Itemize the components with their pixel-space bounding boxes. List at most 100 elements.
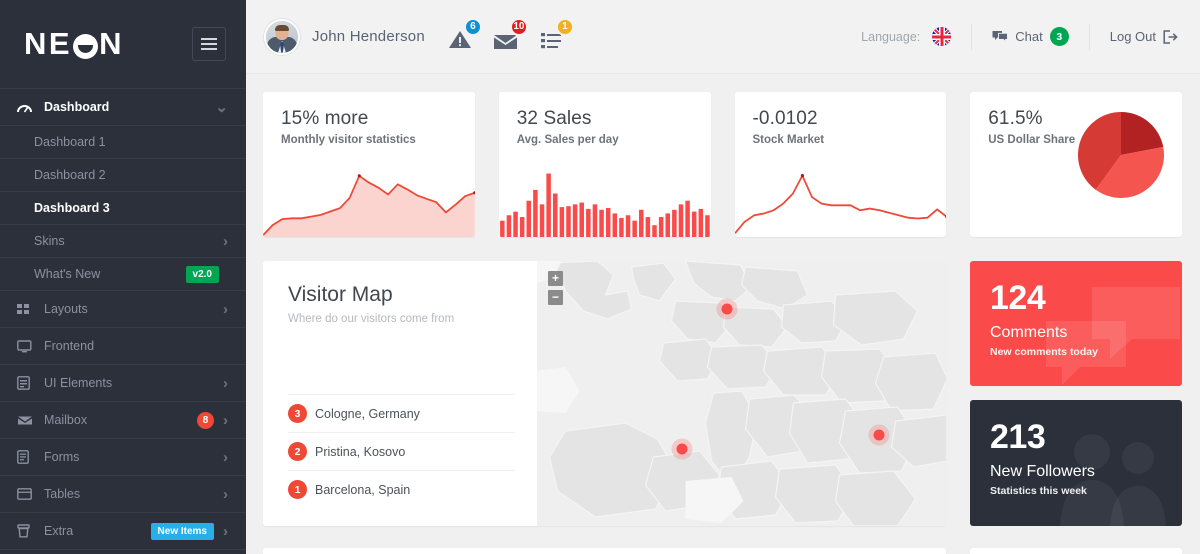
user-profile[interactable]: John Henderson xyxy=(264,18,425,55)
chevron-right-icon xyxy=(223,524,228,539)
sidebar-item-dashboard-1[interactable]: Dashboard 1 xyxy=(0,126,246,159)
followers-card[interactable]: 213 New Followers Statistics this week xyxy=(970,400,1182,526)
sidebar-item-tables[interactable]: Tables xyxy=(0,476,246,513)
logout-button[interactable]: Log Out xyxy=(1110,29,1178,44)
sidebar-item-skins[interactable]: Skins xyxy=(0,225,246,258)
chat-bubbles-icon xyxy=(992,31,1009,43)
sidebar-item-label: Skins xyxy=(34,234,65,248)
chevron-right-icon xyxy=(223,450,228,465)
envelope-icon xyxy=(17,415,37,426)
tile-label: Monthly visitor statistics xyxy=(281,134,416,146)
card-number: 124 xyxy=(990,279,1046,317)
hamburger-bar xyxy=(201,43,217,45)
chat-badge: 3 xyxy=(1049,27,1069,46)
chevron-right-icon xyxy=(223,487,228,502)
line-chart xyxy=(734,163,947,237)
chat-label: Chat xyxy=(1015,29,1043,44)
monitor-icon xyxy=(17,339,37,353)
tile-value: -0.0102 xyxy=(752,108,818,129)
avatar-hair xyxy=(275,24,289,31)
sidebar-item-dashboard-2[interactable]: Dashboard 2 xyxy=(0,159,246,192)
sidebar-item-forms[interactable]: Forms xyxy=(0,439,246,476)
sidebar-item-dashboard[interactable]: Dashboard xyxy=(0,89,246,126)
tasks-button[interactable]: 1 xyxy=(539,17,574,50)
area-chart xyxy=(263,163,475,237)
card-title: Comments xyxy=(990,324,1068,341)
sidebar-item-label: UI Elements xyxy=(44,376,113,390)
chevron-right-icon xyxy=(223,376,228,391)
brand-logo-text-part: NE xyxy=(24,26,73,61)
sidebar-item-frontend[interactable]: Frontend xyxy=(0,328,246,365)
map-marker-barcelona[interactable] xyxy=(676,443,688,455)
card-subtitle: Statistics this week xyxy=(990,485,1087,497)
uk-flag-icon[interactable] xyxy=(932,27,952,46)
rank-badge: 2 xyxy=(288,442,307,461)
list-item[interactable]: 1 Barcelona, Spain xyxy=(288,470,515,508)
avatar[interactable] xyxy=(264,18,300,55)
sidebar-collapse-button[interactable] xyxy=(192,27,226,61)
tile-value: 32 Sales xyxy=(516,108,592,129)
speedometer-icon xyxy=(17,101,37,114)
map-marker-pristina[interactable] xyxy=(873,429,884,441)
sidebar-item-mailbox[interactable]: Mailbox 8 xyxy=(0,402,246,439)
sidebar-item-dashboard-3[interactable]: Dashboard 3 xyxy=(0,192,246,225)
visitor-location-list: 3 Cologne, Germany 2 Pristina, Kosovo 1 … xyxy=(288,394,515,508)
sidebar-item-label: Extra xyxy=(44,524,74,538)
bottom-panel-left[interactable] xyxy=(263,548,946,554)
map-geography xyxy=(537,261,946,526)
sidebar-item-label: Dashboard xyxy=(44,100,110,114)
hamburger-bar xyxy=(201,48,217,50)
comments-card[interactable]: 124 Comments New comments today xyxy=(970,261,1182,386)
visitor-map-info: Visitor Map Where do our visitors come f… xyxy=(263,261,537,526)
table-icon xyxy=(17,488,37,500)
lower-row: Visitor Map Where do our visitors come f… xyxy=(263,261,1182,526)
form-icon xyxy=(17,450,37,464)
logout-label: Log Out xyxy=(1109,29,1156,44)
card-title: New Followers xyxy=(990,463,1095,480)
logout-arrow-icon xyxy=(1163,29,1178,44)
bottom-panel-right[interactable] xyxy=(970,548,1182,554)
map-marker-cologne[interactable] xyxy=(721,303,733,315)
chevron-down-icon xyxy=(215,100,228,115)
sidebar-item-whats-new[interactable]: What's New v2.0 xyxy=(0,258,246,291)
messages-badge: 10 xyxy=(509,17,528,36)
tile-label: Avg. Sales per day xyxy=(516,134,619,146)
alerts-button[interactable]: 6 xyxy=(447,17,482,50)
alerts-badge: 6 xyxy=(463,17,482,36)
location-name: Pristina, Kosovo xyxy=(315,444,406,459)
sidebar-item-label: Dashboard 3 xyxy=(34,201,110,215)
sidebar-item-ui-elements[interactable]: UI Elements xyxy=(0,365,246,402)
tile-stock-market[interactable]: -0.0102 Stock Market xyxy=(734,92,947,237)
sidebar-item-label: Layouts xyxy=(44,302,88,316)
sidebar-item-layouts[interactable]: Layouts xyxy=(0,291,246,328)
chevron-right-icon xyxy=(223,302,228,317)
chat-button[interactable]: Chat 3 xyxy=(992,27,1069,46)
map-zoom-out-button[interactable]: − xyxy=(548,290,563,305)
dashboard-content: 15% more Monthly visitor statistics 32 S… xyxy=(246,74,1200,554)
trash-icon xyxy=(17,524,37,538)
messages-button[interactable]: 10 xyxy=(493,17,528,50)
sidebar-item-extra[interactable]: Extra New Items xyxy=(0,513,246,550)
tile-monthly-visitors[interactable]: 15% more Monthly visitor statistics xyxy=(263,92,475,237)
app-root: NE N Dashboard Dashboard 1 Dashboard 2 xyxy=(0,0,1200,554)
topbar: John Henderson 6 10 1 Language: Chat 3 L… xyxy=(246,0,1200,74)
brand-logo[interactable]: NE N xyxy=(24,26,124,62)
topbar-right: Language: Chat 3 Log Out xyxy=(861,23,1178,50)
sidebar-header: NE N xyxy=(0,0,246,88)
tile-dollar-share[interactable]: 61.5% US Dollar Share xyxy=(970,92,1182,237)
tile-avg-sales[interactable]: 32 Sales Avg. Sales per day xyxy=(498,92,711,237)
side-cards: 124 Comments New comments today 213 New … xyxy=(970,261,1182,526)
list-item[interactable]: 3 Cologne, Germany xyxy=(288,394,515,432)
chevron-right-icon xyxy=(223,413,228,428)
pie-chart xyxy=(1077,111,1165,204)
sidebar-badge-mailbox: 8 xyxy=(197,411,214,429)
tile-value: 15% more xyxy=(281,108,369,129)
tile-label: Stock Market xyxy=(752,134,825,146)
brand-logo-o-icon xyxy=(73,33,99,59)
map-zoom-in-button[interactable]: + xyxy=(548,271,563,286)
card-subtitle: New comments today xyxy=(990,346,1098,358)
bar-chart xyxy=(499,163,711,237)
sidebar-item-label: Dashboard 1 xyxy=(34,135,106,149)
list-item[interactable]: 2 Pristina, Kosovo xyxy=(288,432,515,470)
europe-map[interactable]: + − xyxy=(537,261,946,526)
